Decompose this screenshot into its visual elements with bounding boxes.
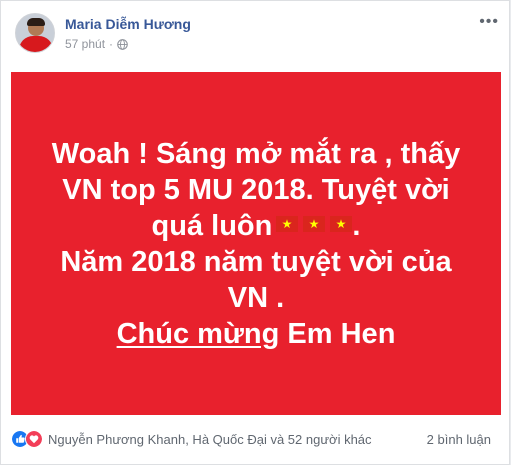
vietnam-flag-icon: [303, 215, 326, 232]
more-icon[interactable]: •••: [479, 14, 499, 30]
meta-separator: ·: [109, 37, 114, 51]
vietnam-flag-icon: [276, 215, 299, 232]
hashtag-link[interactable]: Chúc mừng: [117, 318, 280, 350]
post-text-line-4: Năm 2018 năm tuyệt vời của: [60, 245, 452, 278]
vietnam-flag-icon: [330, 215, 353, 232]
post-text-line-2: VN top 5 MU 2018. Tuyệt vời: [62, 173, 450, 206]
post-text-background: Woah ! Sáng mở mắt ra , thấy VN top 5 MU…: [11, 72, 501, 415]
post-text-line-3-suffix: .: [352, 209, 361, 242]
post-text-line-5: VN .: [227, 281, 285, 314]
comments-count[interactable]: 2 bình luận: [427, 432, 491, 447]
reactions-summary[interactable]: Nguyễn Phương Khanh, Hà Quốc Đại và 52 n…: [48, 432, 372, 447]
post-text-line-3-text: quá luôn: [151, 209, 273, 242]
post-time[interactable]: 57 phút: [65, 37, 105, 51]
love-icon: [25, 430, 43, 448]
avatar-shirt: [19, 36, 53, 52]
post-text-line-6-rest: Em Hen: [279, 317, 396, 350]
post-card: Maria Diễm Hương 57 phút · ••• Woah ! Sá…: [0, 0, 510, 465]
post-header: Maria Diễm Hương 57 phút · •••: [1, 1, 511, 65]
post-footer: Nguyễn Phương Khanh, Hà Quốc Đại và 52 n…: [11, 423, 501, 455]
avatar[interactable]: [15, 13, 55, 53]
post-meta: 57 phút ·: [65, 37, 128, 51]
globe-icon: [117, 38, 128, 50]
vietnam-flags: [276, 215, 353, 232]
post-text-line-6: Chúc mừng Em Hen: [117, 316, 396, 352]
post-text-line-1: Woah ! Sáng mở mắt ra , thấy: [51, 137, 461, 170]
avatar-hair: [27, 18, 45, 26]
reaction-icons[interactable]: [11, 430, 43, 448]
author-name[interactable]: Maria Diễm Hương: [65, 16, 191, 32]
post-text-line-3: quá luôn .: [152, 208, 361, 244]
